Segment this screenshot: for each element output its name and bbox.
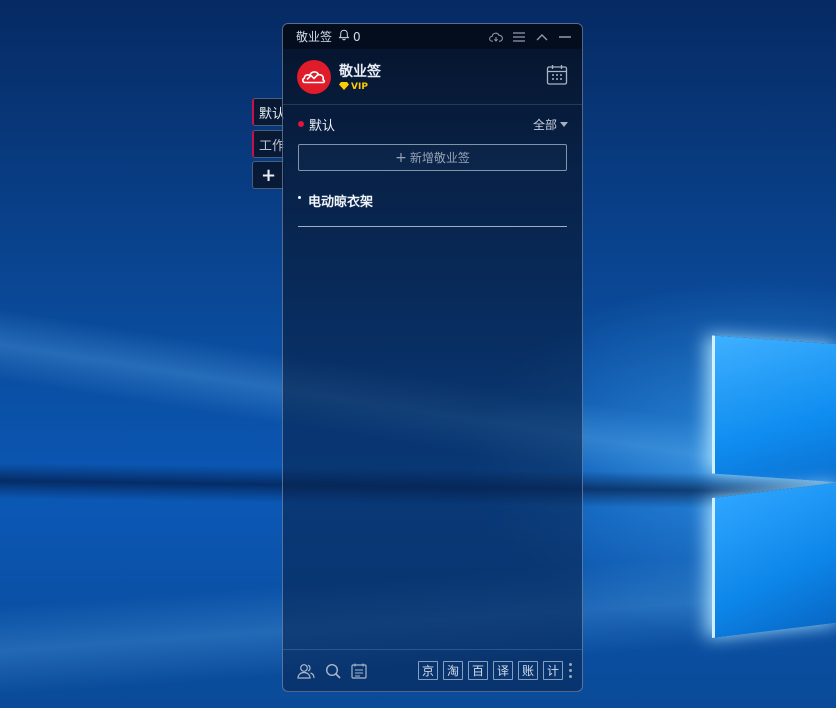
cloud-logo-icon[interactable]: [297, 59, 331, 94]
quick-tool-jd[interactable]: 京: [418, 661, 438, 680]
category-tab-default[interactable]: 默认: [252, 98, 284, 126]
category-tab-label: 默认: [259, 106, 284, 122]
filter-dropdown[interactable]: 全部: [533, 116, 568, 133]
calendar-icon[interactable]: [546, 64, 568, 90]
category-color-dot: [298, 121, 304, 127]
add-category-label: +: [260, 164, 277, 186]
diamond-icon: [339, 81, 349, 93]
chevron-down-icon: [560, 122, 568, 127]
windows-logo-pane: [712, 482, 836, 638]
users-icon[interactable]: [297, 663, 315, 679]
quick-tool-taobao[interactable]: 淘: [443, 661, 463, 680]
category-tab-label: 工作: [259, 138, 284, 154]
vip-badge[interactable]: VIP: [339, 81, 381, 93]
note-text: 电动晾衣架: [308, 195, 374, 210]
quick-tool-ledger[interactable]: 账: [518, 661, 538, 680]
note-bullet: [298, 196, 301, 199]
quick-tool-translate[interactable]: 译: [493, 661, 513, 680]
reminder-count: 0: [353, 29, 361, 44]
filter-label: 全部: [532, 117, 557, 132]
brand-name: 敬业签: [339, 63, 381, 80]
category-header: 默认 全部: [283, 105, 582, 143]
bell-icon: [338, 29, 350, 44]
vip-label: VIP: [351, 82, 368, 92]
plus-icon: +: [395, 149, 407, 166]
add-note-label: 新增敬业签: [409, 151, 470, 165]
quick-tool-baidu[interactable]: 百: [468, 661, 488, 680]
note-list-icon[interactable]: [351, 663, 367, 679]
quick-tool-calculator[interactable]: 计: [543, 661, 563, 680]
category-tab-work[interactable]: 工作: [252, 130, 284, 158]
app-title: 敬业签: [296, 30, 333, 44]
minimize-icon[interactable]: [558, 30, 572, 44]
category-title: 默认: [309, 118, 336, 134]
add-note-button[interactable]: + 新增敬业签: [298, 144, 567, 171]
windows-logo-pane: [712, 335, 836, 483]
widget-footer: 京 淘 百 译 账 计: [283, 649, 582, 691]
collapse-icon[interactable]: [535, 30, 549, 44]
widget-header: 敬业签 VIP: [283, 49, 582, 105]
more-icon[interactable]: [569, 663, 572, 678]
menu-icon[interactable]: [512, 30, 526, 44]
title-bar[interactable]: 敬业签 0: [283, 24, 582, 49]
sticky-note-widget: 敬业签 0 敬业签 VIP 默认 全部 + 新增敬业签 电动晾衣架 京 淘 百 …: [282, 23, 583, 692]
search-icon[interactable]: [325, 663, 341, 679]
note-item[interactable]: 电动晾衣架: [298, 191, 567, 227]
cloud-sync-icon[interactable]: [489, 30, 503, 44]
reminder-indicator[interactable]: 0: [338, 29, 361, 44]
add-category-button[interactable]: +: [252, 161, 284, 189]
quick-tools: 京 淘 百 译 账 计: [418, 661, 563, 680]
